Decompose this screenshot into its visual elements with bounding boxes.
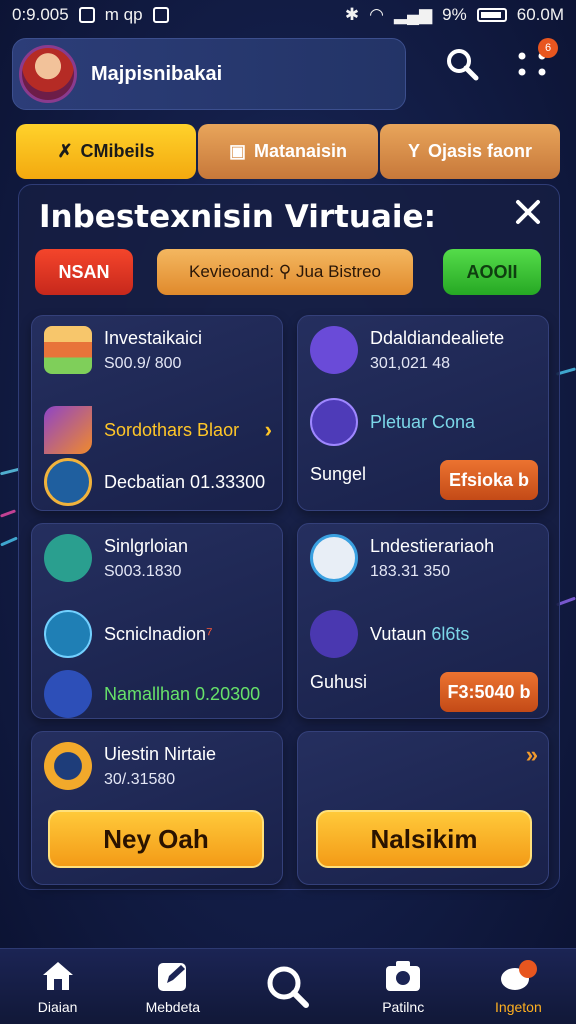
investment-card[interactable]: Lndestierariaoh 183.31 350 Vutaun 6l6ts … — [297, 523, 549, 719]
edit-icon — [157, 962, 186, 991]
card-detail: Sungel — [310, 464, 367, 484]
card-detail: Decbatian 01.33300 — [104, 471, 266, 492]
app-header: Majpisnibakai 6 — [0, 34, 576, 114]
investment-card[interactable]: » Nalsikim — [297, 731, 549, 885]
card-title: Uiestin Nirtaie — [104, 743, 217, 764]
card-value: S003.1830 — [104, 562, 182, 580]
investment-card[interactable]: Sinlgrloian S003.1830 Scniclnadion⁷ Nama… — [31, 523, 283, 719]
tab-ojasis[interactable]: Y Ojasis faonr — [380, 124, 560, 179]
app-notification-icon — [78, 7, 95, 23]
signal-icon: ▂▄▆ — [393, 5, 433, 24]
search-icon — [447, 49, 479, 81]
profile-pill[interactable]: Majpisnibakai — [12, 38, 406, 110]
media-icon — [152, 7, 169, 23]
chat-icon — [501, 959, 538, 990]
key-icon — [44, 534, 92, 582]
home-icon — [42, 961, 73, 990]
tab-label: Ojasis faonr — [427, 141, 533, 161]
investment-card[interactable]: Investaikaici S00.9/ 800 Sordothars Blao… — [31, 315, 283, 511]
device-icon — [310, 326, 358, 374]
search-icon — [267, 966, 309, 1008]
tab-label: CMibeils — [80, 141, 155, 161]
card-title: Lndestierariaoh — [370, 535, 495, 556]
card-detail: Guhusi — [310, 672, 368, 692]
card-link-label: Vutaun 6l6ts — [370, 623, 470, 644]
globe-icon — [310, 398, 358, 446]
card-action-button[interactable]: F3:5040 b — [440, 672, 538, 712]
card-link-label: Scniclnadion⁷ — [104, 623, 213, 644]
shield-icon — [44, 458, 92, 506]
close-icon[interactable] — [511, 195, 545, 229]
nav-chat[interactable]: Ingeton — [461, 949, 576, 1024]
investment-card[interactable]: Ddaldiandealiete 301,021 48 Pletuar Cona… — [297, 315, 549, 511]
alert-mark: ⁷ — [206, 623, 213, 644]
keyword-filter-button[interactable]: Kevieoand: ⚲ Jua Bistreo — [157, 249, 413, 295]
document-icon — [310, 534, 358, 582]
card-action-button[interactable]: Efsioka b — [440, 460, 538, 500]
y-icon: Y — [407, 141, 420, 161]
card-value: S00.9/ 800 — [104, 354, 182, 372]
card-value: 183.31 350 — [370, 562, 451, 580]
search-person-icon — [44, 670, 92, 718]
tab-bar: ✗ CMibeils ▣ Matanaisin Y Ojasis faonr — [16, 124, 560, 179]
tab-cmibeils[interactable]: ✗ CMibeils — [16, 124, 196, 179]
red-action-button[interactable]: NSAN — [35, 249, 133, 295]
battery-percent: 9% — [442, 5, 467, 24]
card-title: Sinlgrloian — [104, 535, 189, 556]
light-streak — [0, 536, 18, 547]
card-title: Ddaldiandealiete — [370, 327, 505, 348]
battery-icon — [476, 8, 507, 22]
username: Majpisnibakai — [91, 62, 223, 85]
investment-panel: Inbestexnisin Virtuaie: NSAN Kevieoand: … — [18, 184, 560, 890]
action-row: NSAN Kevieoand: ⚲ Jua Bistreo AOOII — [35, 249, 545, 297]
tab-matanaisin[interactable]: ▣ Matanaisin — [198, 124, 378, 179]
primary-button[interactable]: Ney Oah — [48, 810, 264, 868]
camera-icon — [386, 960, 421, 991]
sun-gear-icon — [44, 742, 92, 790]
books-icon — [44, 326, 92, 374]
card-detail: Namallhan 0.20300 — [104, 683, 261, 704]
search-button[interactable] — [442, 44, 482, 84]
card-value: 30/.31580 — [104, 770, 176, 788]
status-glyphs: m qp — [104, 5, 143, 24]
double-chevron-icon[interactable]: » — [526, 742, 538, 768]
nav-label: Patilnc — [382, 998, 425, 1015]
nav-search[interactable] — [230, 949, 345, 1024]
gear-check-icon — [44, 610, 92, 658]
avatar[interactable] — [19, 45, 77, 103]
light-streak — [0, 509, 17, 518]
square-icon: ▣ — [228, 141, 246, 161]
status-bar: 0:9.005 m qp ✱ ◠ ▂▄▆ 9% 60.0M — [0, 0, 576, 30]
card-link-label: Sordothars Blaor — [104, 419, 240, 440]
accent-text: 6l6ts — [431, 623, 470, 644]
menu-button[interactable]: 6 — [512, 38, 558, 84]
chevron-right-icon[interactable]: › — [265, 417, 272, 443]
panel-title: Inbestexnisin Virtuaie: — [39, 199, 436, 235]
investment-card[interactable]: Uiestin Nirtaie 30/.31580 Ney Oah — [31, 731, 283, 885]
nav-label: Mebdeta — [145, 998, 201, 1015]
bluetooth-icon: ✱ — [344, 5, 360, 24]
card-link-label: Pletuar Cona — [370, 411, 476, 432]
x-icon: ✗ — [57, 141, 73, 161]
tab-label: Matanaisin — [253, 141, 348, 161]
nav-camera[interactable]: Patilnc — [346, 949, 461, 1024]
green-action-button[interactable]: AOOII — [443, 249, 541, 295]
card-value: 301,021 48 — [370, 354, 451, 372]
chart-icon — [44, 406, 92, 454]
wifi-icon: ◠ — [369, 5, 384, 24]
data-indicator: 60.0M — [516, 5, 564, 24]
bottom-navigation: Diaian Mebdeta Patilnc Ingeton — [0, 948, 576, 1024]
primary-button[interactable]: Nalsikim — [316, 810, 532, 868]
card-title: Investaikaici — [104, 327, 203, 348]
leaf-icon — [310, 610, 358, 658]
nav-edit[interactable]: Mebdeta — [115, 949, 230, 1024]
clock: 0:9.005 — [12, 5, 69, 24]
nav-home[interactable]: Diaian — [0, 949, 115, 1024]
notification-badge: 6 — [538, 38, 558, 58]
nav-label: Diaian — [37, 998, 78, 1015]
nav-label: Ingeton — [495, 998, 542, 1015]
